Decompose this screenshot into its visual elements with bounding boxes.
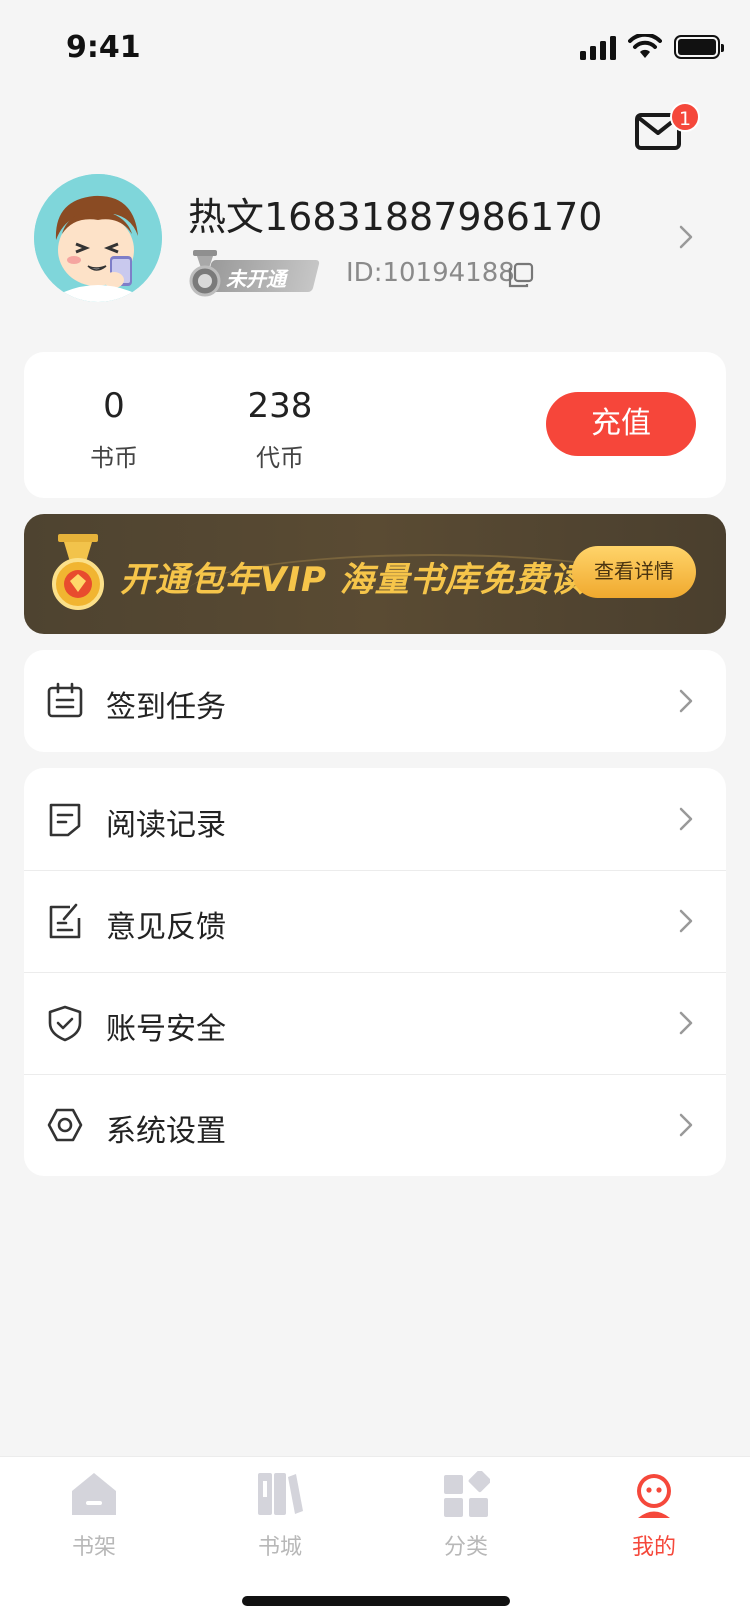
category-icon <box>444 1471 490 1517</box>
vip-promo-banner[interactable]: 开通包年VIP 海量书库免费读 查看详情 <box>24 514 726 634</box>
checkin-card: 签到任务 <box>24 650 726 752</box>
profile-icon <box>637 1474 671 1518</box>
tab-label: 书架 <box>71 1535 116 1560</box>
battery-icon <box>674 35 724 59</box>
tab-profile[interactable]: 我的 <box>604 1471 704 1561</box>
tab-label: 书城 <box>257 1535 302 1560</box>
menu-item-account-security[interactable]: 账号安全 <box>24 972 726 1074</box>
chevron-right-icon <box>679 807 693 831</box>
home-indicator <box>242 1596 510 1606</box>
tab-category[interactable]: 分类 <box>416 1471 516 1561</box>
menu-item-feedback[interactable]: 意见反馈 <box>24 870 726 972</box>
tab-bookshelf[interactable]: 书架 <box>44 1471 144 1561</box>
voucher-label: 代币 <box>256 444 304 472</box>
menu-item-label: 意见反馈 <box>106 910 226 945</box>
tab-label: 分类 <box>443 1535 488 1560</box>
status-bar: 9:41 <box>0 0 750 100</box>
voucher-value: 238 <box>247 386 313 426</box>
book-coins-stat[interactable]: 0 书币 <box>44 386 184 473</box>
tab-label: 我的 <box>631 1535 676 1560</box>
calendar-task-icon <box>47 682 83 718</box>
gold-medal-icon <box>52 534 104 610</box>
chevron-right-icon <box>679 1113 693 1137</box>
reading-record-icon <box>49 803 81 837</box>
tab-bookstore[interactable]: 书城 <box>230 1471 330 1561</box>
bookshelf-icon <box>72 1473 116 1515</box>
menu-item-label: 阅读记录 <box>106 808 226 843</box>
voucher-stat[interactable]: 238 代币 <box>210 386 350 473</box>
user-id: ID:10194188 <box>346 258 515 288</box>
menu-item-checkin[interactable]: 签到任务 <box>24 650 726 752</box>
status-indicators <box>580 34 724 60</box>
menu-item-label: 系统设置 <box>106 1114 226 1149</box>
chevron-right-icon <box>679 689 693 713</box>
view-details-button[interactable]: 查看详情 <box>572 546 696 598</box>
avatar[interactable] <box>34 174 162 302</box>
chevron-right-icon <box>679 1011 693 1035</box>
shield-icon <box>48 1005 82 1042</box>
recharge-button[interactable]: 充值 <box>546 392 696 456</box>
feedback-icon <box>49 903 81 939</box>
username: 热文16831887986170 <box>188 195 603 239</box>
menu-item-reading-record[interactable]: 阅读记录 <box>24 768 726 870</box>
menu-item-label: 签到任务 <box>106 690 226 725</box>
cellular-signal-icon <box>580 34 616 60</box>
medal-icon <box>189 250 221 297</box>
book-coins-label: 书币 <box>90 444 138 472</box>
wifi-icon <box>628 34 662 58</box>
settings-menu-card: 阅读记录 意见反馈 账号安全 系统设置 <box>24 768 726 1176</box>
menu-item-label: 账号安全 <box>106 1012 226 1047</box>
vip-promo-text: 开通包年VIP 海量书库免费读 <box>120 560 585 600</box>
chevron-right-icon <box>679 909 693 933</box>
settings-icon <box>47 1108 83 1142</box>
copy-icon[interactable] <box>508 262 534 288</box>
avatar-illustration <box>34 174 162 302</box>
book-coins-value: 0 <box>103 386 125 426</box>
unread-badge: 1 <box>670 102 700 132</box>
menu-item-system-settings[interactable]: 系统设置 <box>24 1074 726 1176</box>
vip-status-label: 未开通 <box>226 267 286 291</box>
wallet-card: 0 书币 238 代币 充值 <box>24 352 726 498</box>
chevron-right-icon[interactable] <box>678 224 694 250</box>
status-time: 9:41 <box>66 30 141 65</box>
bookstore-icon <box>258 1473 303 1515</box>
